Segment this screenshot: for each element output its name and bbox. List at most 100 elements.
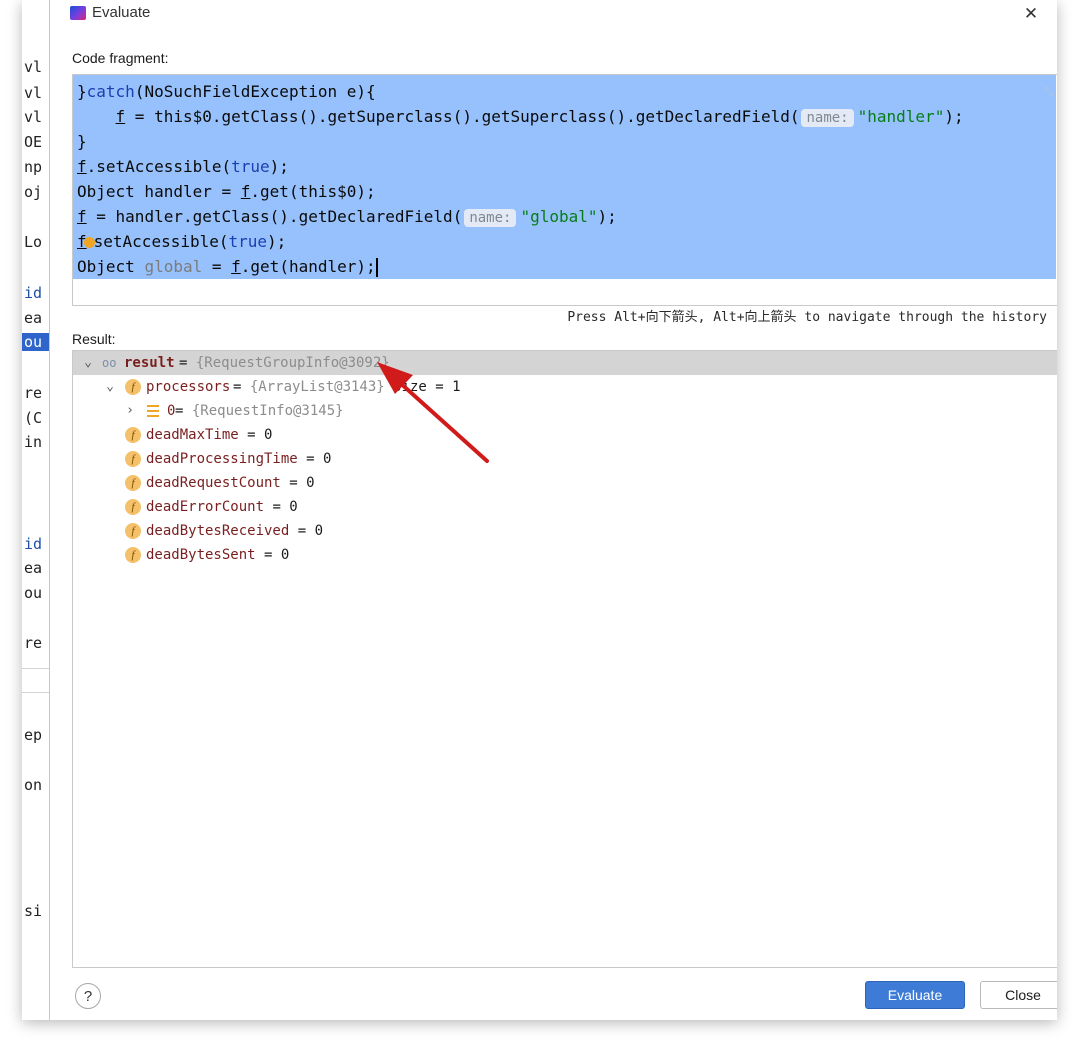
chevron-down-icon[interactable]: ⌄ [81, 351, 95, 375]
code-token: catch [86, 82, 135, 101]
history-hint: Press Alt+向下箭头, Alt+向上箭头 to navigate thr… [567, 310, 1047, 325]
strip-text: ou [24, 584, 43, 602]
chevron-right-icon[interactable]: › [123, 399, 137, 423]
tree-row-item-0[interactable]: › 0 = {RequestInfo@3145} [73, 399, 1057, 423]
window-title: Evaluate [92, 4, 151, 21]
field-entry: deadBytesSent = 0 [146, 543, 289, 567]
ide-background-strip: vl vl vl OE np oj Lo id ea ou re (C in i… [22, 0, 50, 1020]
close-icon[interactable]: ✕ [1023, 5, 1039, 22]
variable-name: deadProcessingTime [146, 451, 298, 467]
code-token: f [240, 182, 251, 201]
strip-text: (C [24, 409, 43, 427]
parameter-hint: name: [464, 209, 517, 227]
tree-row-field[interactable]: f deadRequestCount = 0 [73, 471, 1057, 495]
strip-text: on [24, 776, 43, 794]
code-token: } [77, 132, 87, 151]
code-token: true [228, 232, 268, 251]
field-value: = 0 [264, 499, 298, 515]
strip-text: ea [24, 309, 43, 327]
size-value: size = 1 [384, 379, 461, 395]
intellij-logo-icon [70, 6, 86, 20]
equals-sign: = [175, 403, 192, 419]
tree-value: = {RequestGroupInfo@3092} [179, 351, 390, 375]
field-icon: f [125, 475, 141, 491]
code-token: } [77, 82, 87, 101]
tree-row-field[interactable]: f deadBytesSent = 0 [73, 543, 1057, 567]
help-button[interactable]: ? [75, 983, 101, 1009]
tree-row-field[interactable]: f deadMaxTime = 0 [73, 423, 1057, 447]
variable-name: deadBytesReceived [146, 523, 290, 539]
tree-row-processors[interactable]: ⌄ f processors = {ArrayList@3143} size =… [73, 375, 1057, 399]
evaluate-window: vl vl vl OE np oj Lo id ea ou re (C in i… [22, 0, 1057, 1020]
code-token: Object [77, 257, 145, 276]
parameter-hint: name: [801, 109, 854, 127]
code-token: (NoSuchFieldException e){ [134, 82, 376, 101]
chevron-down-icon[interactable]: ⌄ [103, 375, 117, 399]
strip-text: ep [24, 726, 43, 744]
strip-text: Lo [24, 233, 43, 251]
code-token: global [144, 257, 203, 276]
code-token: = [202, 257, 232, 276]
code-line: Object global = f.get(handler); [77, 254, 964, 279]
code-token: true [231, 157, 270, 176]
close-button[interactable]: Close [980, 981, 1057, 1009]
code-token: "handler" [857, 107, 945, 126]
strip-text: re [24, 384, 43, 402]
field-value: = 0 [255, 547, 290, 563]
field-entry: deadBytesReceived = 0 [146, 519, 323, 543]
equals-sign: = [179, 355, 196, 371]
strip-text: in [24, 433, 43, 451]
tree-row-result[interactable]: ⌄ oo result = {RequestGroupInfo@3092} [73, 351, 1057, 375]
code-fragment-editor[interactable]: ⤡ }catch(NoSuchFieldException e){ f = th… [72, 74, 1057, 306]
field-icon: f [125, 451, 141, 467]
tree-row-field[interactable]: f deadBytesReceived = 0 [73, 519, 1057, 543]
field-entry: deadProcessingTime = 0 [146, 447, 331, 471]
strip-text: ea [24, 559, 43, 577]
field-icon: f [125, 523, 141, 539]
code-line: } [77, 129, 964, 154]
code-line: }catch(NoSuchFieldException e){ [77, 79, 964, 104]
evaluate-button[interactable]: Evaluate [865, 981, 965, 1009]
text-caret [375, 258, 378, 277]
strip-text: id [24, 284, 43, 302]
variable-name: deadMaxTime [146, 427, 239, 443]
strip-text: si [24, 902, 43, 920]
field-icon: f [125, 547, 141, 563]
strip-text: id [24, 535, 43, 553]
variable-name: result [124, 355, 175, 371]
code-token: ); [944, 107, 964, 126]
code-token: f [77, 157, 87, 176]
code-token: Object handler = [77, 182, 241, 201]
code-line: f setAccessible(true); [77, 229, 964, 254]
tree-row-field[interactable]: f deadProcessingTime = 0 [73, 447, 1057, 471]
field-icon: f [125, 427, 141, 443]
strip-text: OE [24, 133, 43, 151]
code-fragment-label: Code fragment: [72, 50, 169, 66]
variable-name: deadRequestCount [146, 475, 281, 491]
equals-sign: = [233, 379, 250, 395]
field-value: = 0 [289, 523, 324, 539]
result-label: Result: [72, 331, 116, 347]
evaluate-dialog: Evaluate ✕ Code fragment: ⤡ }catch(NoSuc… [50, 0, 1057, 1020]
result-tree: ⌄ oo result = {RequestGroupInfo@3092} ⌄ … [72, 350, 1057, 968]
code-token: .setAccessible( [86, 157, 232, 176]
code-line: f = this$0.getClass().getSuperclass().ge… [77, 104, 964, 129]
object-value: {RequestGroupInfo@3092} [195, 355, 390, 371]
tree-row-field[interactable]: f deadErrorCount = 0 [73, 495, 1057, 519]
strip-text: np [24, 158, 43, 176]
array-element-icon [147, 405, 159, 417]
code-line: f.setAccessible(true); [77, 154, 964, 179]
tree-value: = {ArrayList@3143} size = 1 [233, 375, 461, 399]
code-token: f [231, 257, 241, 276]
collapse-icon[interactable]: ⤡ [1044, 84, 1057, 98]
title-bar: Evaluate ✕ [50, 0, 1057, 34]
code-token: ); [267, 232, 287, 251]
variable-name: deadErrorCount [146, 499, 265, 515]
variable-name: deadBytesSent [146, 547, 256, 563]
strip-text: ou [22, 333, 49, 351]
strip-text: vl [24, 84, 43, 102]
field-icon: f [125, 499, 141, 515]
code-token: ); [269, 157, 289, 176]
code-token: f [115, 107, 126, 126]
